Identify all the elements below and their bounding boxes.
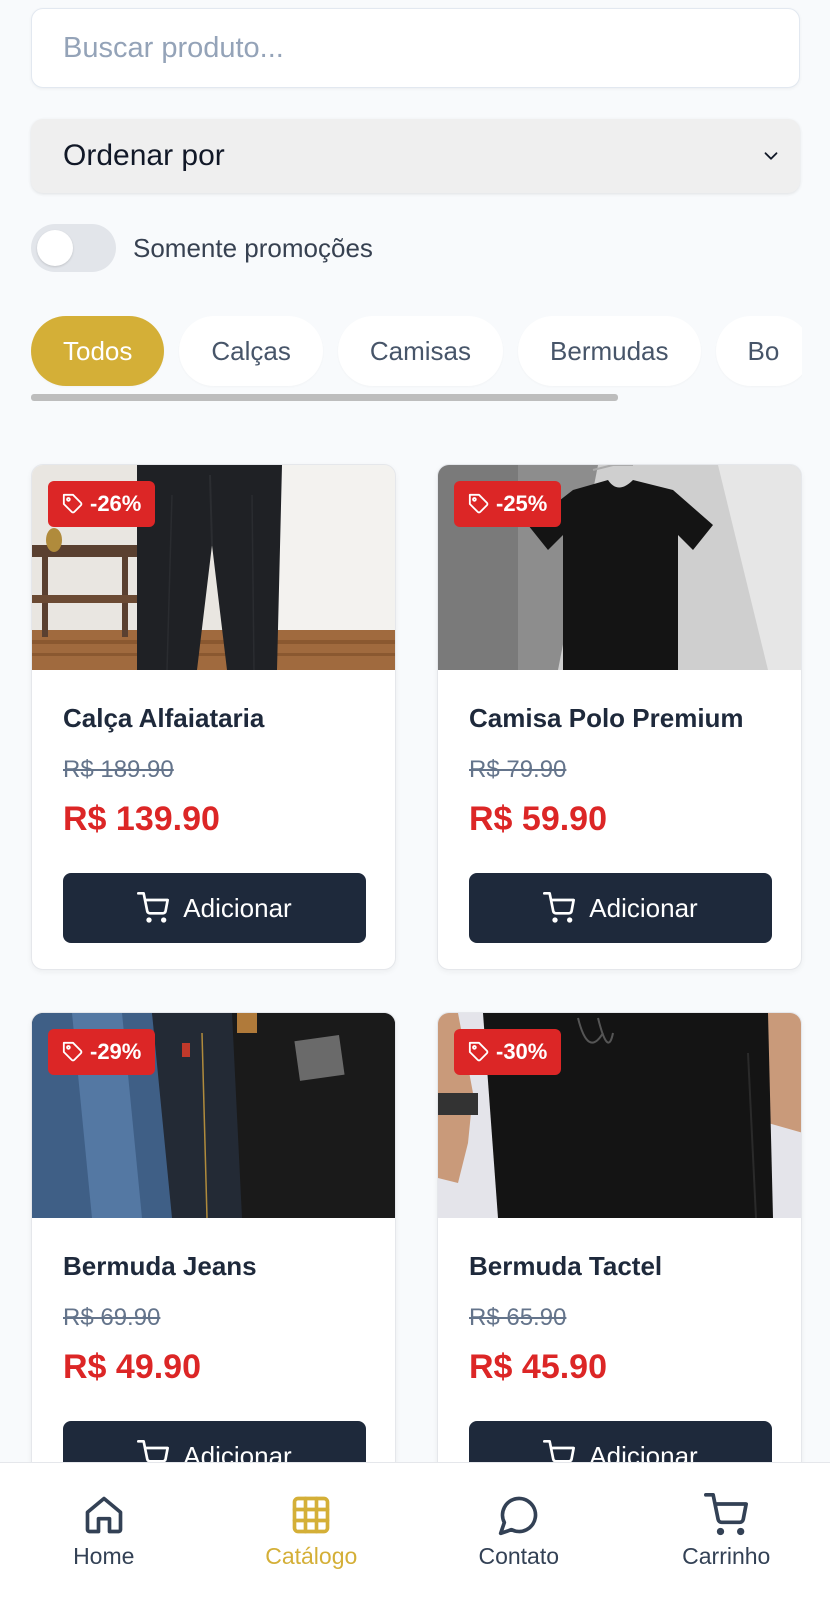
chevron-down-icon [764, 152, 778, 160]
discount-text: -25% [496, 491, 548, 516]
cart-icon [137, 892, 170, 923]
nav-item-home[interactable]: Home [0, 1463, 208, 1600]
product-image: -25% [438, 465, 801, 670]
discount-badge: -25% [454, 481, 562, 527]
add-to-cart-button[interactable]: Adicionar [469, 873, 772, 943]
product-image: -26% [32, 465, 395, 670]
discount-text: -26% [90, 491, 142, 516]
sort-label: Ordenar por [63, 139, 225, 172]
product-card[interactable]: -29% Bermuda Jeans R$ 69.90 R$ 49.90 Adi… [31, 1012, 396, 1518]
sort-select[interactable]: Ordenar por [31, 119, 800, 193]
sale-price: R$ 59.90 [469, 800, 607, 838]
nav-label: Home [73, 1543, 135, 1569]
toggle-knob [37, 230, 73, 266]
add-button-label: Adicionar [183, 892, 292, 923]
discount-badge: -30% [454, 1029, 562, 1075]
catalog-page: Ordenar por Somente promoções Todos Calç… [0, 0, 830, 1600]
category-chips: Todos Calças Camisas Bermudas Bo [31, 316, 802, 402]
product-card[interactable]: -26% Calça Alfaiataria R$ 189.90 R$ 139.… [31, 464, 396, 970]
tag-icon [62, 1041, 83, 1062]
discount-text: -30% [496, 1039, 548, 1064]
product-image: -30% [438, 1013, 801, 1218]
promo-toggle-label: Somente promoções [133, 232, 373, 263]
nav-label: Carrinho [682, 1543, 771, 1569]
sale-price: R$ 49.90 [63, 1348, 201, 1386]
sale-price: R$ 139.90 [63, 800, 220, 838]
category-chip-bo[interactable]: Bo [715, 316, 802, 386]
nav-item-carrinho[interactable]: Carrinho [623, 1463, 830, 1600]
nav-item-contato[interactable]: Contato [415, 1463, 623, 1600]
discount-badge: -26% [48, 481, 156, 527]
product-image: -29% [32, 1013, 395, 1218]
chat-icon [498, 1496, 538, 1536]
old-price: R$ 189.90 [63, 756, 174, 783]
product-name: Camisa Polo Premium [469, 703, 744, 733]
discount-badge: -29% [48, 1029, 156, 1075]
promo-toggle[interactable] [31, 224, 116, 272]
grid-icon [292, 1496, 330, 1534]
nav-label: Catálogo [265, 1543, 358, 1569]
product-card[interactable]: -30% Bermuda Tactel R$ 65.90 R$ 45.90 Ad… [437, 1012, 802, 1518]
cart-icon [704, 1493, 749, 1536]
bottom-nav: Home Catálogo Contato Carrinho [0, 1462, 830, 1600]
chips-scrollbar[interactable] [31, 394, 618, 401]
category-chip-bermudas[interactable]: Bermudas [518, 316, 701, 386]
old-price: R$ 79.90 [469, 756, 567, 783]
category-chip-todos[interactable]: Todos [31, 316, 165, 386]
product-name: Bermuda Jeans [63, 1251, 257, 1281]
discount-text: -29% [90, 1039, 142, 1064]
nav-item-catalogo[interactable]: Catálogo [208, 1463, 416, 1600]
nav-label: Contato [478, 1543, 560, 1569]
cart-icon [543, 892, 576, 923]
product-name: Bermuda Tactel [469, 1251, 663, 1281]
product-card[interactable]: -25% Camisa Polo Premium R$ 79.90 R$ 59.… [437, 464, 802, 970]
old-price: R$ 65.90 [469, 1304, 567, 1331]
tag-icon [62, 493, 83, 514]
search-input[interactable] [31, 8, 800, 88]
home-icon [85, 1496, 123, 1534]
sale-price: R$ 45.90 [469, 1348, 607, 1386]
tag-icon [468, 493, 489, 514]
tag-icon [468, 1041, 489, 1062]
category-chip-camisas[interactable]: Camisas [337, 316, 504, 386]
add-to-cart-button[interactable]: Adicionar [63, 873, 366, 943]
add-button-label: Adicionar [589, 892, 698, 923]
category-chip-calcas[interactable]: Calças [179, 316, 323, 386]
product-name: Calça Alfaiataria [63, 703, 265, 733]
old-price: R$ 69.90 [63, 1304, 161, 1331]
promo-toggle-row: Somente promoções [31, 224, 373, 272]
